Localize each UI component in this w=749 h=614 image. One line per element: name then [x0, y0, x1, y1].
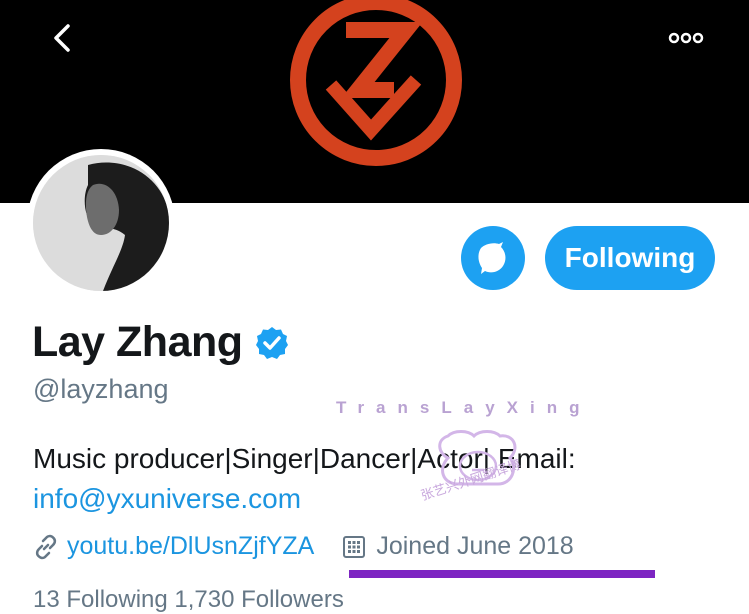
bio: Music producer|Singer|Dancer|Actor| Emai… [33, 439, 733, 519]
avatar[interactable] [27, 149, 175, 297]
annotation-underline [349, 570, 655, 578]
back-button[interactable] [36, 14, 88, 62]
name-row: Lay Zhang [32, 318, 289, 367]
link-icon [35, 534, 57, 559]
verified-badge-icon [255, 326, 288, 359]
more-options-button[interactable] [658, 20, 714, 56]
joined-item: Joined June 2018 [342, 532, 574, 561]
watermark-text: TransLayXing [336, 398, 592, 417]
bio-email-link[interactable]: info@yxuniverse.com [33, 483, 301, 514]
website-link[interactable]: youtu.be/DlUsnZjfYZA [67, 532, 314, 561]
chevron-left-icon [54, 24, 70, 52]
avatar-image [33, 155, 169, 291]
user-handle: @layzhang [33, 374, 169, 404]
following-button[interactable]: Following [545, 226, 715, 290]
logo-icon [478, 242, 506, 274]
display-name: Lay Zhang [32, 318, 243, 366]
joined-date: Joined June 2018 [376, 532, 574, 560]
more-horizontal-icon [668, 32, 704, 44]
profile-meta-row: youtu.be/DlUsnZjfYZA Joined June 2018 [33, 532, 574, 561]
follow-stats[interactable]: 13 Following 1,730 Followers [33, 586, 344, 614]
banner-logo [290, 0, 462, 166]
website-item[interactable]: youtu.be/DlUsnZjfYZA [33, 532, 314, 561]
profile-icon-button[interactable] [461, 226, 525, 290]
calendar-icon [343, 535, 366, 558]
